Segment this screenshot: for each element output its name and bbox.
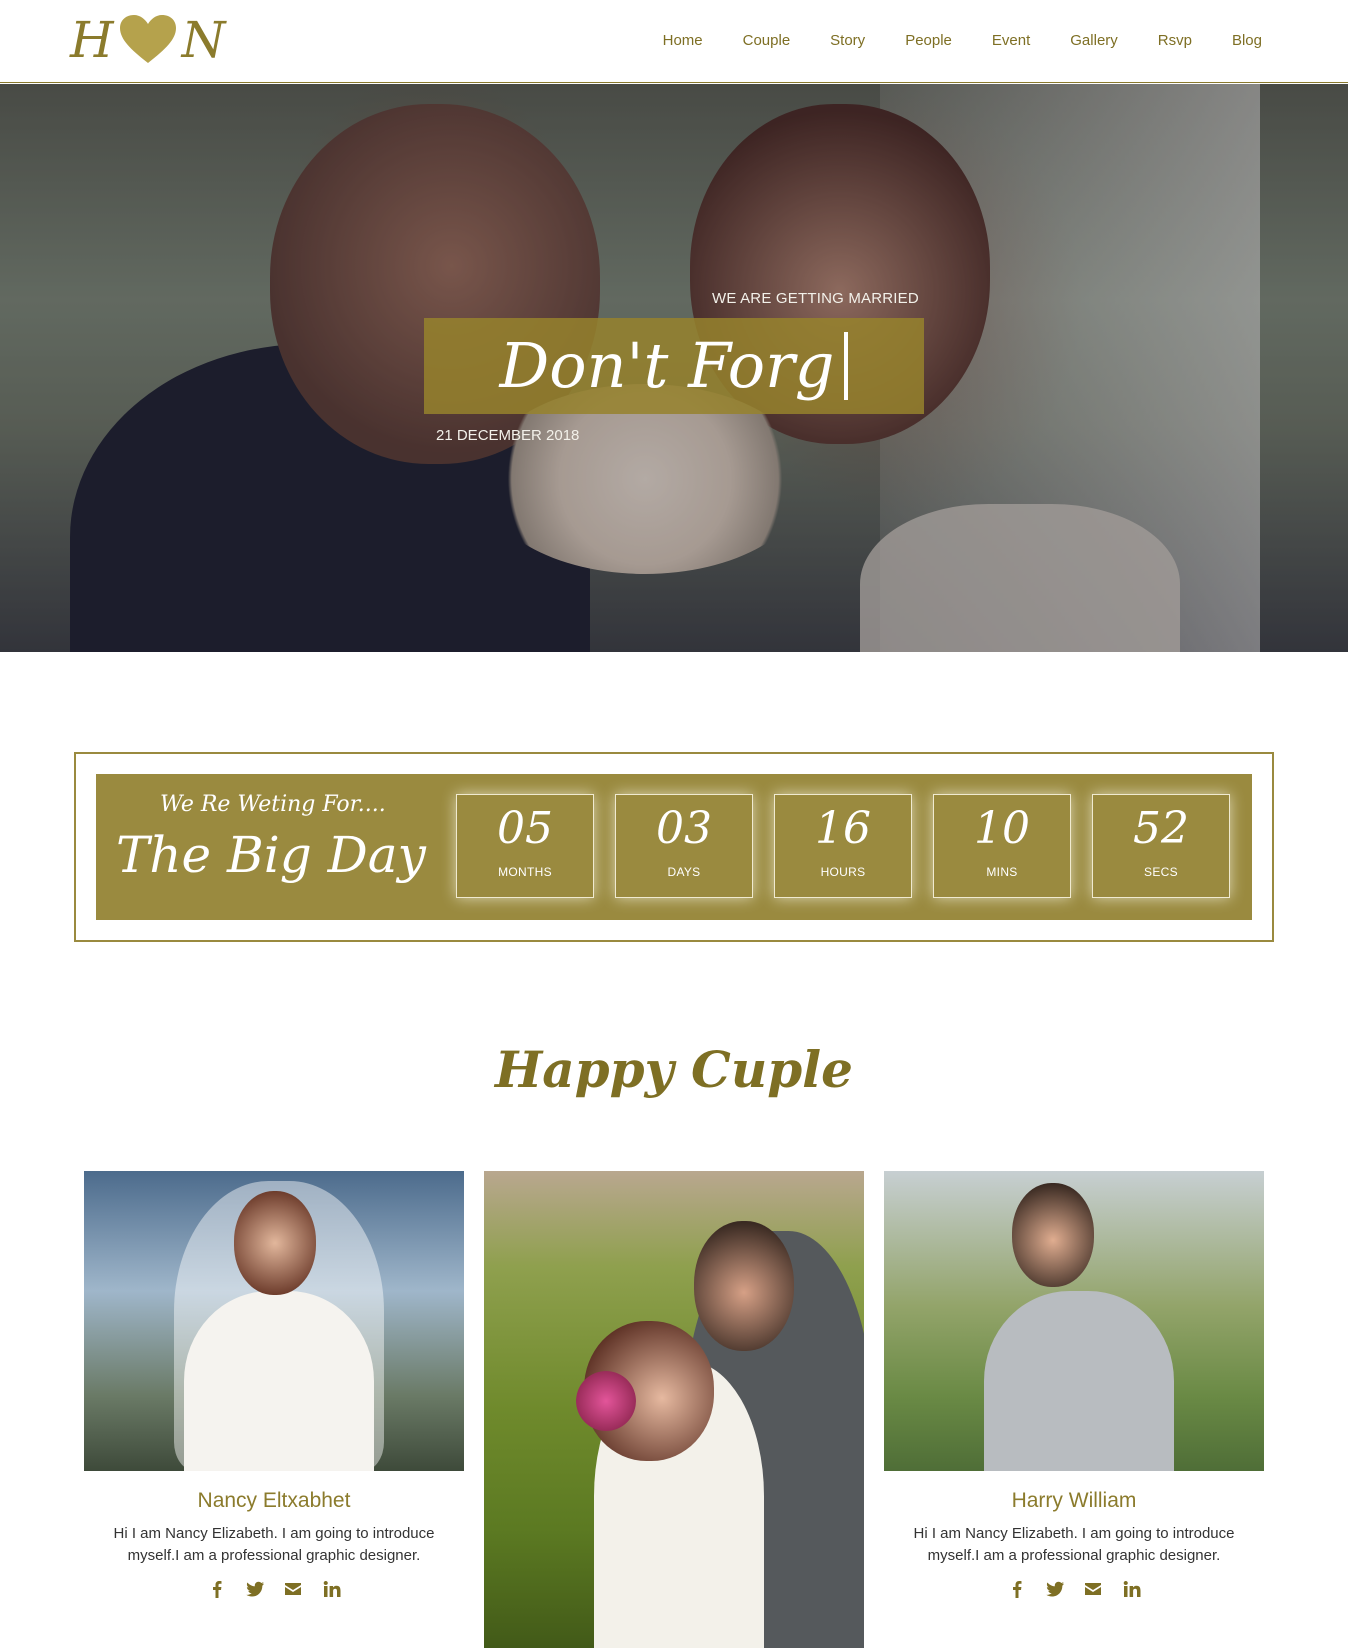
envelope-icon[interactable] [1083,1579,1103,1599]
countdown-boxes: 05 MONTHS 03 DAYS 16 HOURS 10 MINS 52 SE… [456,794,1230,898]
nav-story[interactable]: Story [830,32,865,49]
linkedin-icon[interactable] [321,1579,341,1599]
linkedin-icon[interactable] [1121,1579,1141,1599]
countdown-value: 05 [497,803,553,854]
twitter-icon[interactable] [245,1579,265,1599]
countdown-mins: 10 MINS [933,794,1071,898]
twitter-icon[interactable] [1045,1579,1065,1599]
groom-name: Harry William [1011,1489,1137,1512]
countdown-value: 03 [656,803,712,854]
facebook-icon[interactable] [207,1579,227,1599]
site-logo[interactable]: H N [70,10,225,70]
bride-socials [84,1579,464,1599]
countdown-label: SECS [1144,865,1178,880]
countdown-months: 05 MONTHS [456,794,594,898]
couple-photo-groom-head [694,1221,794,1351]
countdown-secs: 52 SECS [1092,794,1230,898]
bride-bio: Hi I am Nancy Elizabeth. I am going to i… [113,1525,435,1564]
nav-rsvp[interactable]: Rsvp [1158,32,1192,49]
groom-socials [884,1579,1264,1599]
couple-photo [484,1171,864,1648]
countdown-label: HOURS [820,865,866,880]
logo-letter-left: H [70,11,114,69]
countdown-title: The Big Day [116,826,426,884]
nav-gallery[interactable]: Gallery [1070,32,1118,49]
typing-caret [844,332,849,400]
site-header: H N Home Couple Story People Event Galle… [0,0,1348,83]
countdown-label: MINS [986,865,1018,880]
bride-name: Nancy Eltxabhet [197,1489,351,1512]
hero-kicker: WE ARE GETTING MARRIED [712,290,919,307]
groom-card: Harry William Hi I am Nancy Elizabeth. I… [884,1171,1264,1599]
groom-photo-body [984,1291,1174,1471]
countdown-value: 16 [815,803,871,854]
nav-blog[interactable]: Blog [1232,32,1262,49]
hero-date: 21 DECEMBER 2018 [436,427,580,444]
countdown-kicker: We Re Weting For.... [160,792,386,817]
nav-event[interactable]: Event [992,32,1030,49]
bride-photo-body [184,1291,374,1471]
countdown-hours: 16 HOURS [774,794,912,898]
heart-icon [119,15,176,63]
main-nav: Home Couple Story People Event Gallery R… [623,0,1262,80]
countdown-days: 03 DAYS [615,794,753,898]
nav-people[interactable]: People [905,32,952,49]
groom-photo-head [1012,1183,1094,1287]
nav-couple[interactable]: Couple [743,32,791,49]
nav-home[interactable]: Home [663,32,703,49]
couple-section-title: Happy Cuple [495,1040,853,1099]
bride-card: Nancy Eltxabhet Hi I am Nancy Elizabeth.… [84,1171,464,1599]
hero-title: Don't Forg [499,329,835,402]
logo-letter-right: N [181,11,226,69]
countdown-label: DAYS [667,865,701,880]
couple-photo-flowers [576,1371,636,1431]
countdown-band: We Re Weting For.... The Big Day 05 MONT… [96,774,1252,920]
countdown-label: MONTHS [498,865,552,880]
facebook-icon[interactable] [1007,1579,1027,1599]
countdown-section: We Re Weting For.... The Big Day 05 MONT… [74,752,1274,942]
hero-banner: WE ARE GETTING MARRIED Don't Forg 21 DEC… [0,84,1348,652]
bride-photo [84,1171,464,1471]
groom-photo [884,1171,1264,1471]
hero-title-box: Don't Forg [424,318,924,414]
envelope-icon[interactable] [283,1579,303,1599]
countdown-value: 52 [1133,803,1189,854]
groom-bio: Hi I am Nancy Elizabeth. I am going to i… [913,1525,1235,1564]
bride-photo-head [234,1191,316,1295]
countdown-value: 10 [974,803,1030,854]
